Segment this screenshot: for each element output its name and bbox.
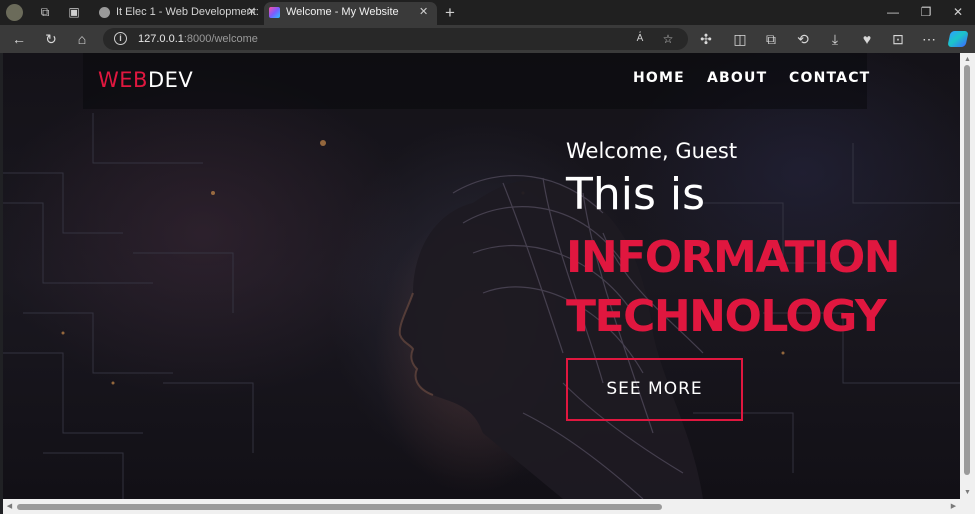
close-tab-icon[interactable]: ✕ <box>247 2 256 23</box>
heart-icon[interactable]: ♥ <box>858 30 876 48</box>
greeting-text: Welcome, Guest <box>566 139 738 163</box>
site-info-icon[interactable]: i <box>114 32 127 45</box>
tab-title: It Elec 1 - Web Development: Lay <box>116 6 262 18</box>
address-bar[interactable]: i 127.0.0.1:8000/welcome A᷾ ☆ <box>103 28 688 50</box>
nav-about[interactable]: ABOUT <box>707 70 767 86</box>
refresh-icon[interactable]: ↻ <box>42 30 60 48</box>
more-options-icon[interactable]: ⋯ <box>920 30 938 48</box>
tab-welcome[interactable]: Welcome - My Website ✕ <box>264 2 437 25</box>
tab-title: Welcome - My Website <box>286 6 399 18</box>
minimize-icon[interactable]: — <box>878 0 908 25</box>
extensions-icon[interactable]: ✣ <box>697 30 715 48</box>
browser-essentials-icon[interactable]: ⊡ <box>889 30 907 48</box>
restore-icon[interactable]: ❐ <box>911 0 941 25</box>
vertical-scroll-thumb[interactable] <box>964 65 970 475</box>
close-window-icon[interactable]: ✕ <box>943 0 973 25</box>
logo-dev: DEV <box>147 68 194 92</box>
star-icon[interactable]: ☆ <box>659 30 677 48</box>
scrollbar-corner <box>960 499 975 514</box>
hero-accent-line-1: INFORMATION <box>566 232 901 283</box>
tab-it-elec[interactable]: It Elec 1 - Web Development: Lay ✕ <box>94 2 262 25</box>
browser-tab-strip: ⧉ ▣ It Elec 1 - Web Development: Lay ✕ W… <box>0 0 975 25</box>
close-tab-icon[interactable]: ✕ <box>419 2 428 23</box>
scroll-down-icon[interactable]: ▼ <box>963 488 972 497</box>
horizontal-scrollbar[interactable]: ◀ ▶ <box>3 499 960 514</box>
horizontal-scroll-thumb[interactable] <box>17 504 662 510</box>
split-screen-icon[interactable]: ◫ <box>731 30 749 48</box>
site-favicon-icon <box>269 7 280 18</box>
new-tab-icon[interactable]: + <box>441 4 459 21</box>
profile-avatar[interactable] <box>6 4 23 21</box>
downloads-icon[interactable]: ⤓ <box>826 30 844 48</box>
scroll-left-icon[interactable]: ◀ <box>5 502 14 511</box>
history-icon[interactable]: ⟲ <box>794 30 812 48</box>
nav-home[interactable]: HOME <box>633 70 685 86</box>
url-text[interactable]: 127.0.0.1:8000/welcome <box>138 31 258 47</box>
collections-icon[interactable]: ⧉ <box>762 30 780 48</box>
scroll-up-icon[interactable]: ▲ <box>963 55 972 64</box>
scroll-right-icon[interactable]: ▶ <box>949 502 958 511</box>
see-more-button[interactable]: SEE MORE <box>566 358 743 421</box>
site-logo[interactable]: WEBDEV <box>98 68 193 92</box>
hero-accent-line-2: TECHNOLOGY <box>566 291 887 342</box>
hero-headline: This is <box>566 169 706 220</box>
gear-icon <box>99 7 110 18</box>
home-icon[interactable]: ⌂ <box>73 30 91 48</box>
logo-web: WEB <box>98 68 148 92</box>
arrow-left-icon[interactable]: ← <box>10 30 28 48</box>
read-aloud-icon[interactable]: A᷾ <box>631 30 649 48</box>
vertical-scrollbar[interactable]: ▲ ▼ <box>960 53 975 499</box>
nav-contact[interactable]: CONTACT <box>789 70 870 86</box>
tab-actions-icon[interactable]: ▣ <box>65 4 83 21</box>
browser-toolbar: ← ↻ ⌂ i 127.0.0.1:8000/welcome A᷾ ☆ ✣ ◫ … <box>0 25 975 53</box>
copilot-icon[interactable] <box>947 31 969 47</box>
workspaces-icon[interactable]: ⧉ <box>36 4 54 21</box>
page-viewport: WEBDEV HOME ABOUT CONTACT Welcome, Guest… <box>3 53 960 499</box>
